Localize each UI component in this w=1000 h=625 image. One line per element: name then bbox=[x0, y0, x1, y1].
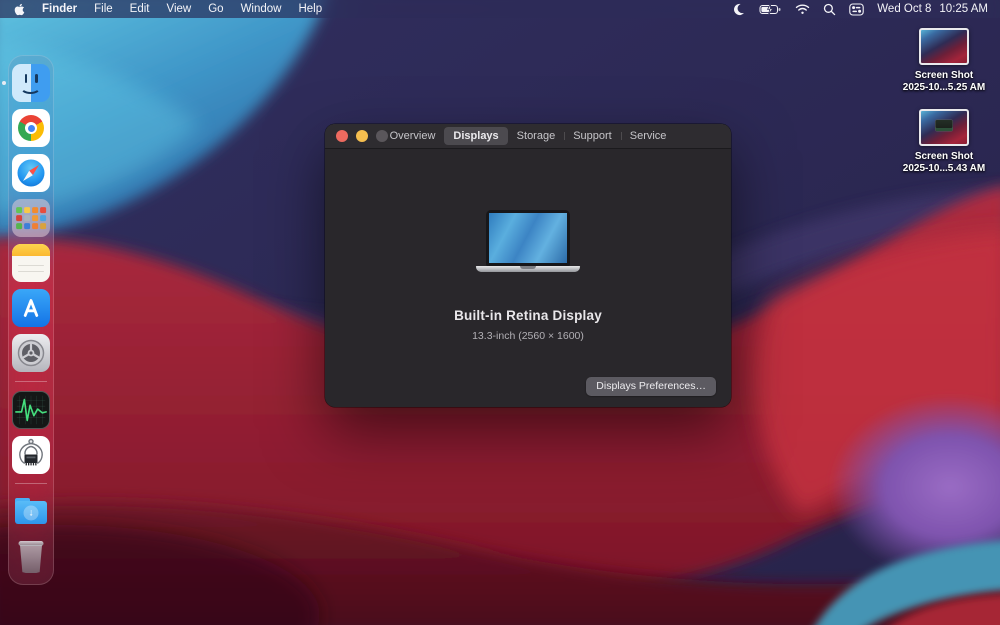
dock-item-finder[interactable] bbox=[2, 64, 50, 102]
file-label: Screen Shot 2025-10...5.43 AM bbox=[903, 151, 985, 174]
displays-preferences-button[interactable]: Displays Preferences… bbox=[586, 377, 716, 396]
menu-item-view[interactable]: View bbox=[167, 3, 192, 15]
chip-claw-utility-icon bbox=[12, 436, 50, 474]
finder-icon bbox=[12, 64, 50, 102]
dock-item-activity-monitor[interactable] bbox=[12, 391, 50, 429]
do-not-disturb-moon-icon[interactable] bbox=[733, 3, 746, 16]
menu-bar-clock[interactable]: Wed Oct 8 10:25 AM bbox=[877, 3, 988, 15]
menu-bar-status: Wed Oct 8 10:25 AM bbox=[733, 2, 988, 16]
dock-item-trash[interactable] bbox=[12, 538, 50, 576]
battery-charging-icon[interactable] bbox=[759, 3, 782, 16]
apple-menu-icon[interactable] bbox=[14, 3, 25, 16]
menu-item-edit[interactable]: Edit bbox=[130, 3, 150, 15]
menu-bar-menus: Finder File Edit View Go Window Help bbox=[14, 3, 322, 16]
desktop-files: Screen Shot 2025-10...5.25 AM Screen Sho… bbox=[898, 28, 990, 174]
menu-item-app-name[interactable]: Finder bbox=[42, 3, 77, 15]
display-spec: 13.3-inch (2560 × 1600) bbox=[472, 330, 584, 342]
window-tabs: Overview Displays Storage Support Servic… bbox=[381, 127, 676, 145]
chrome-icon bbox=[12, 109, 50, 147]
tab-support[interactable]: Support bbox=[564, 127, 621, 145]
screenshot-thumbnail-2 bbox=[919, 109, 969, 146]
running-indicator bbox=[2, 81, 6, 85]
tab-overview[interactable]: Overview bbox=[381, 127, 445, 145]
safari-icon bbox=[12, 154, 50, 192]
minimize-button[interactable] bbox=[356, 130, 368, 142]
file-name-line2: 2025-10...5.25 AM bbox=[902, 81, 986, 93]
file-label: Screen Shot 2025-10...5.25 AM bbox=[903, 70, 985, 93]
tab-storage[interactable]: Storage bbox=[508, 127, 565, 145]
dock-divider bbox=[15, 381, 47, 382]
menu-bar: Finder File Edit View Go Window Help Wed… bbox=[0, 0, 1000, 18]
about-this-mac-window: Overview Displays Storage Support Servic… bbox=[325, 124, 731, 407]
menu-item-help[interactable]: Help bbox=[298, 3, 322, 15]
system-preferences-icon bbox=[12, 334, 50, 372]
tab-displays[interactable]: Displays bbox=[444, 127, 508, 145]
file-name-line1: Screen Shot bbox=[914, 70, 974, 81]
desktop-file-screenshot-1[interactable]: Screen Shot 2025-10...5.25 AM bbox=[898, 28, 990, 93]
window-titlebar[interactable]: Overview Displays Storage Support Servic… bbox=[325, 124, 731, 149]
desktop: Finder File Edit View Go Window Help Wed… bbox=[0, 0, 1000, 625]
menu-bar-time: 10:25 AM bbox=[939, 3, 988, 15]
activity-monitor-icon bbox=[12, 391, 50, 429]
menu-item-go[interactable]: Go bbox=[208, 3, 223, 15]
menu-item-file[interactable]: File bbox=[94, 3, 113, 15]
window-content: Built-in Retina Display 13.3-inch (2560 … bbox=[325, 149, 731, 407]
launchpad-icon bbox=[12, 199, 50, 237]
thumbnail-window-detail bbox=[935, 119, 953, 131]
dock-item-safari[interactable] bbox=[12, 154, 50, 192]
download-arrow-icon: ↓ bbox=[23, 505, 39, 520]
dock-item-notes[interactable] bbox=[12, 244, 50, 282]
spotlight-search-icon[interactable] bbox=[823, 3, 836, 16]
desktop-file-screenshot-2[interactable]: Screen Shot 2025-10...5.43 AM bbox=[898, 109, 990, 174]
close-button[interactable] bbox=[336, 130, 348, 142]
display-title: Built-in Retina Display bbox=[454, 308, 602, 323]
wifi-icon[interactable] bbox=[795, 3, 810, 15]
macbook-illustration bbox=[476, 210, 580, 272]
macbook-screen bbox=[486, 210, 570, 266]
dock-item-downloads[interactable]: ↓ bbox=[12, 493, 50, 531]
dock-item-chrome[interactable] bbox=[12, 109, 50, 147]
notes-icon bbox=[12, 244, 50, 282]
screenshot-thumbnail-1 bbox=[919, 28, 969, 65]
file-name-line2: 2025-10...5.43 AM bbox=[902, 162, 986, 174]
downloads-folder-icon: ↓ bbox=[12, 493, 50, 531]
dock-item-hardware-utility[interactable] bbox=[12, 436, 50, 474]
menu-item-window[interactable]: Window bbox=[241, 3, 282, 15]
dock-item-app-store[interactable] bbox=[12, 289, 50, 327]
menu-bar-date: Wed Oct 8 bbox=[877, 3, 932, 15]
dock-item-launchpad[interactable] bbox=[12, 199, 50, 237]
dock: ↓ bbox=[2, 55, 54, 585]
app-store-icon bbox=[12, 289, 50, 327]
trash-icon bbox=[12, 538, 50, 576]
dock-item-system-preferences[interactable] bbox=[12, 334, 50, 372]
file-name-line1: Screen Shot bbox=[914, 151, 974, 162]
macbook-base bbox=[476, 266, 580, 272]
tab-service[interactable]: Service bbox=[620, 127, 676, 145]
control-center-icon[interactable] bbox=[849, 2, 865, 16]
dock-divider bbox=[15, 483, 47, 484]
